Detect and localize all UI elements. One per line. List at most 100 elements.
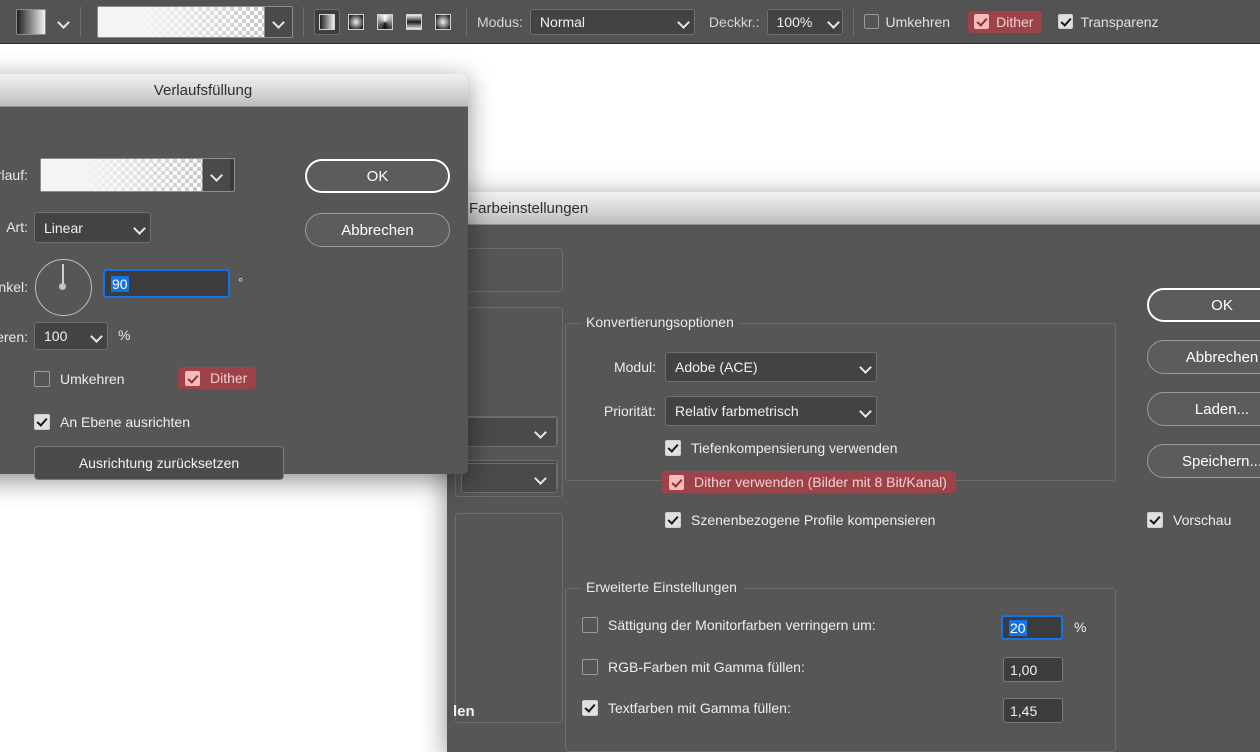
toolbar-divider — [852, 6, 854, 37]
working-space-select-3[interactable] — [461, 417, 557, 447]
scale-unit: % — [118, 327, 131, 343]
color-management-policies-group — [455, 513, 563, 723]
opacity-select[interactable]: 100% — [766, 8, 843, 35]
black-point-compensation-label: Tiefenkompensierung verwenden — [691, 440, 898, 456]
conversion-options-legend: Konvertierungsoptionen — [580, 314, 740, 330]
color-settings-dialog: Farbeinstellungen len Konvertierungsopti… — [447, 192, 1260, 752]
diamond-gradient-icon — [435, 13, 451, 30]
gradient-dither-checkbox[interactable] — [185, 370, 200, 386]
blend-rgb-gamma-checkbox[interactable] — [582, 659, 598, 675]
gradient-fill-title: Verlaufsfüllung — [153, 81, 253, 99]
blend-text-gamma-checkbox[interactable] — [582, 700, 598, 716]
cancel-label: Abbrechen — [1185, 348, 1259, 366]
gradient-invert-row[interactable]: Umkehren — [34, 371, 125, 387]
chevron-down-icon — [828, 16, 840, 28]
gradient-dither-row[interactable]: Dither — [178, 367, 257, 389]
transparency-label: Transparenz — [1080, 13, 1159, 30]
align-with-layer-row[interactable]: An Ebene ausrichten — [34, 414, 190, 430]
desaturate-unit: % — [1074, 619, 1087, 635]
gradient-picker-chevron[interactable] — [203, 159, 230, 191]
gradient-preset-icon[interactable] — [16, 8, 46, 35]
gradient-swatch-icon — [98, 6, 265, 37]
invert-checkbox-row[interactable]: Umkehren — [863, 14, 950, 30]
transparency-checkbox[interactable] — [1058, 14, 1074, 29]
color-settings-cancel-button[interactable]: Abbrechen — [1147, 340, 1260, 374]
color-settings-titlebar[interactable]: Farbeinstellungen — [447, 192, 1260, 225]
dither-checkbox-row[interactable]: Dither — [968, 10, 1043, 33]
use-dither-row[interactable]: Dither verwenden (Bilder mit 8 Bit/Kanal… — [662, 471, 956, 493]
invert-checkbox[interactable] — [863, 14, 879, 29]
color-settings-title: Farbeinstellungen — [469, 199, 589, 217]
advanced-controls-legend: Erweiterte Einstellungen — [580, 579, 743, 595]
use-dither-checkbox[interactable] — [669, 474, 684, 490]
chevron-down-icon — [678, 16, 690, 28]
chevron-down-icon — [273, 16, 285, 28]
gradient-fill-titlebar[interactable]: Verlaufsfüllung — [0, 74, 468, 107]
preview-checkbox[interactable] — [1147, 512, 1163, 528]
linear-gradient-button[interactable] — [314, 8, 340, 35]
gradient-picker-chevron[interactable] — [265, 6, 292, 37]
chevron-down-icon — [91, 330, 103, 342]
opacity-label: Deckkr.: — [708, 13, 760, 30]
gradient-ok-button[interactable]: OK — [305, 159, 450, 193]
gradient-fill-picker[interactable] — [40, 158, 235, 192]
angle-input[interactable]: 90 — [103, 269, 230, 298]
align-with-layer-checkbox[interactable] — [34, 414, 50, 430]
toolbar-divider — [80, 6, 81, 37]
advanced-controls-group: Erweiterte Einstellungen Sättigung der M… — [565, 579, 1116, 752]
blend-rgb-gamma-input[interactable]: 1,00 — [1003, 657, 1063, 682]
preview-checkbox-row[interactable]: Vorschau — [1147, 512, 1231, 528]
angle-gradient-button[interactable] — [372, 9, 398, 35]
diamond-gradient-button[interactable] — [430, 9, 456, 35]
engine-select[interactable]: Adobe (ACE) — [665, 352, 877, 382]
load-label: Laden... — [1194, 400, 1250, 418]
desaturate-monitor-colors-checkbox[interactable] — [582, 617, 598, 633]
color-settings-ok-button[interactable]: OK — [1147, 288, 1260, 322]
blend-text-gamma-label: Textfarben mit Gamma füllen: — [608, 700, 791, 716]
scene-referred-profiles-checkbox[interactable] — [665, 512, 681, 528]
settings-group-top — [455, 248, 563, 292]
reset-alignment-button[interactable]: Ausrichtung zurücksetzen — [34, 446, 284, 480]
black-point-compensation-checkbox[interactable] — [665, 440, 681, 456]
chevron-down-icon — [535, 472, 547, 484]
blend-rgb-gamma-value: 1,00 — [1010, 661, 1038, 678]
angle-dial-hub — [59, 283, 66, 290]
radial-gradient-icon — [348, 13, 364, 30]
gradient-picker[interactable] — [97, 5, 293, 38]
scene-referred-profiles-row[interactable]: Szenenbezogene Profile kompensieren — [665, 512, 935, 528]
working-space-select-4[interactable] — [461, 463, 557, 493]
linear-gradient-icon — [319, 13, 335, 30]
radial-gradient-button[interactable] — [343, 9, 369, 35]
occluded-label: len — [453, 703, 475, 720]
color-settings-save-button[interactable]: Speichern... — [1147, 444, 1260, 478]
gradient-style-value: Linear — [44, 219, 83, 236]
save-label: Speichern... — [1181, 452, 1260, 470]
dither-checkbox[interactable] — [974, 14, 990, 29]
chevron-down-icon[interactable] — [58, 16, 70, 28]
chevron-down-icon — [211, 169, 223, 181]
blend-text-gamma-row[interactable]: Textfarben mit Gamma füllen: — [582, 700, 791, 716]
align-with-layer-label: An Ebene ausrichten — [60, 414, 190, 430]
intent-value: Relativ farbmetrisch — [675, 403, 799, 419]
gradient-style-select[interactable]: Linear — [34, 212, 151, 243]
angle-dial[interactable] — [35, 259, 92, 316]
desaturate-monitor-colors-input[interactable]: 20 — [1001, 615, 1063, 640]
black-point-compensation-row[interactable]: Tiefenkompensierung verwenden — [665, 440, 898, 456]
scale-value: 100 — [44, 328, 68, 344]
reflected-gradient-button[interactable] — [401, 9, 427, 35]
reset-alignment-label: Ausrichtung zurücksetzen — [78, 455, 240, 471]
intent-select[interactable]: Relativ farbmetrisch — [665, 396, 877, 426]
scale-select[interactable]: 100 — [34, 322, 108, 350]
gradient-invert-checkbox[interactable] — [34, 371, 50, 387]
chevron-down-icon — [860, 361, 872, 373]
scale-row-label: Skalieren: — [0, 329, 28, 345]
chevron-down-icon — [134, 222, 146, 234]
color-settings-load-button[interactable]: Laden... — [1147, 392, 1260, 426]
gradient-fill-dialog: Verlaufsfüllung Verlauf: Art: Linear Win… — [0, 74, 468, 480]
mode-select[interactable]: Normal — [529, 8, 695, 35]
use-dither-label: Dither verwenden (Bilder mit 8 Bit/Kanal… — [694, 474, 947, 490]
desaturate-monitor-colors-row[interactable]: Sättigung der Monitorfarben verringern u… — [582, 617, 876, 633]
gradient-cancel-button[interactable]: Abbrechen — [305, 213, 450, 247]
transparency-checkbox-row[interactable]: Transparenz — [1058, 13, 1159, 30]
blend-rgb-gamma-row[interactable]: RGB-Farben mit Gamma füllen: — [582, 659, 805, 675]
